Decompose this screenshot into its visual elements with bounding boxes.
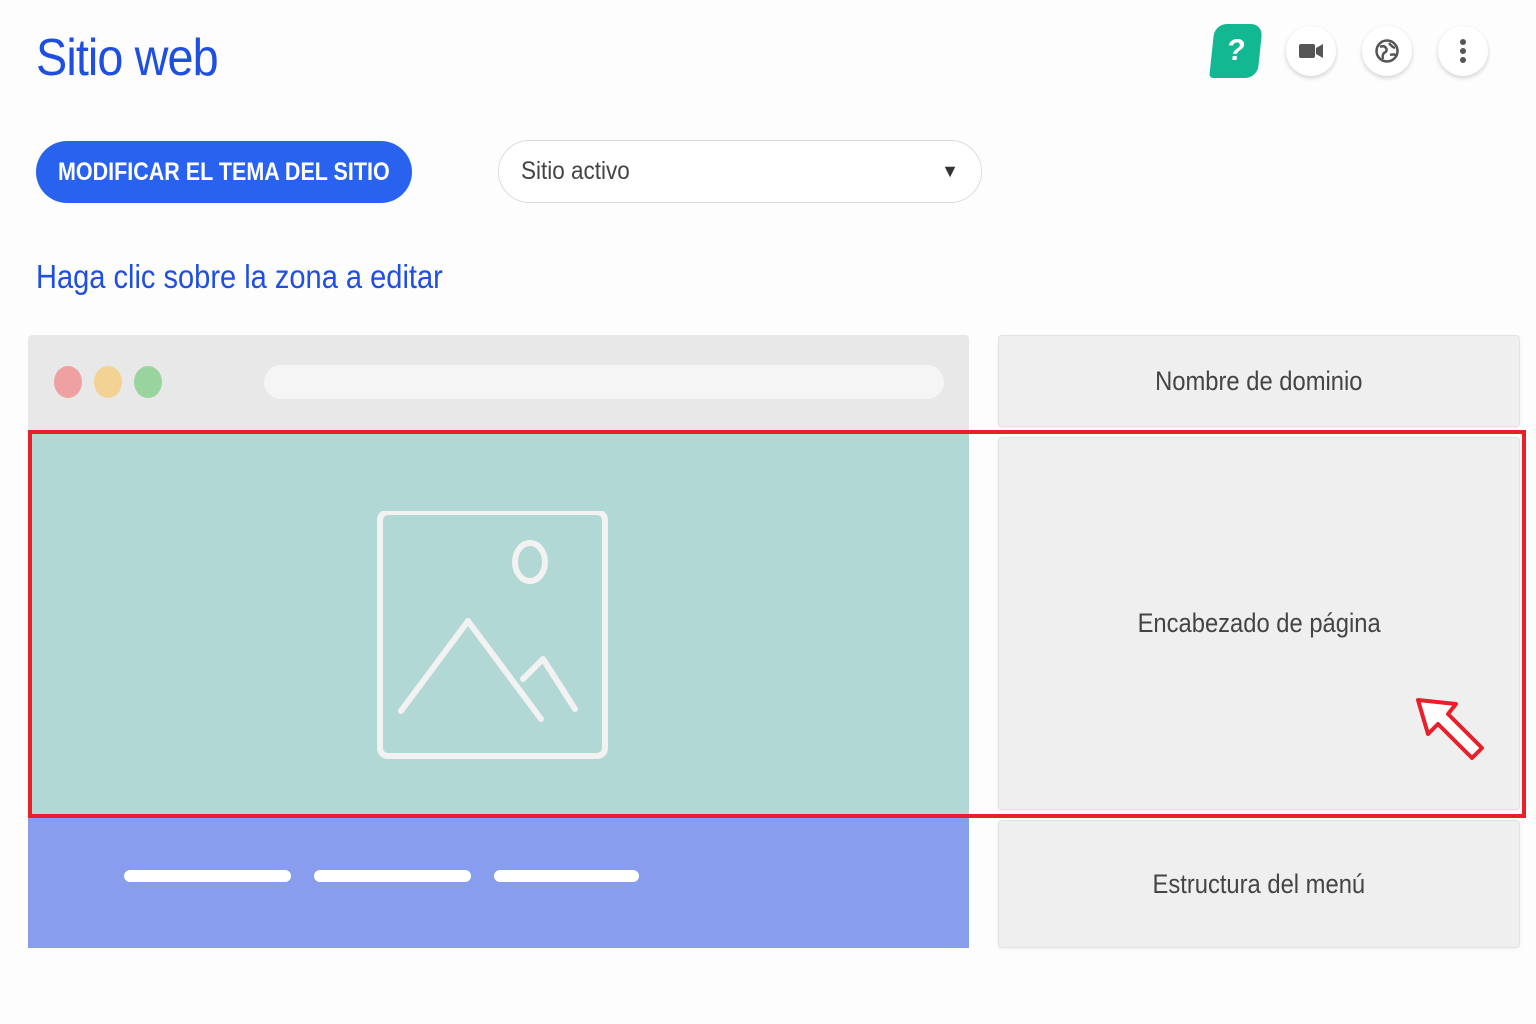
globe-button[interactable] [1362,26,1412,76]
menu-placeholder-item [124,870,291,882]
site-status-value: Sitio activo [521,157,630,185]
menu-placeholder-item [494,870,639,882]
preview-menu-zone[interactable] [28,817,969,948]
page: Sitio web ? MODIFICAR EL TEMA DEL SITIO … [0,0,1536,1024]
preview-browser-bar[interactable] [28,335,969,431]
help-icon: ? [1225,34,1247,67]
preview-header-zone[interactable] [28,431,969,817]
more-options-button[interactable] [1438,26,1488,76]
chevron-down-icon: ▼ [941,161,959,181]
site-preview [28,335,969,948]
help-button[interactable]: ? [1209,24,1263,78]
page-title: Sitio web [36,29,219,87]
top-actions: ? [1209,24,1488,78]
menu-structure-zone[interactable]: Estructura del menú [998,820,1520,948]
modify-theme-button[interactable]: MODIFICAR EL TEMA DEL SITIO [36,141,412,203]
modify-theme-label: MODIFICAR EL TEMA DEL SITIO [58,157,390,186]
window-close-dot [54,366,82,398]
preview-url-bar [264,365,944,399]
more-vertical-icon [1460,39,1466,63]
globe-icon [1375,39,1399,63]
window-maximize-dot [134,366,162,398]
page-header-label: Encabezado de página [1137,608,1381,638]
menu-structure-label: Estructura del menú [1152,868,1366,899]
image-placeholder-icon [377,511,608,759]
menu-placeholder-item [314,870,471,882]
site-status-select[interactable]: Sitio activo ▼ [498,140,982,203]
video-button[interactable] [1286,26,1336,76]
window-minimize-dot [94,366,122,398]
instruction-text: Haga clic sobre la zona a editar [36,258,443,295]
domain-name-label: Nombre de dominio [1155,365,1363,396]
cursor-arrow-icon [1416,698,1484,760]
video-camera-icon [1299,44,1323,58]
domain-name-zone[interactable]: Nombre de dominio [998,335,1520,427]
